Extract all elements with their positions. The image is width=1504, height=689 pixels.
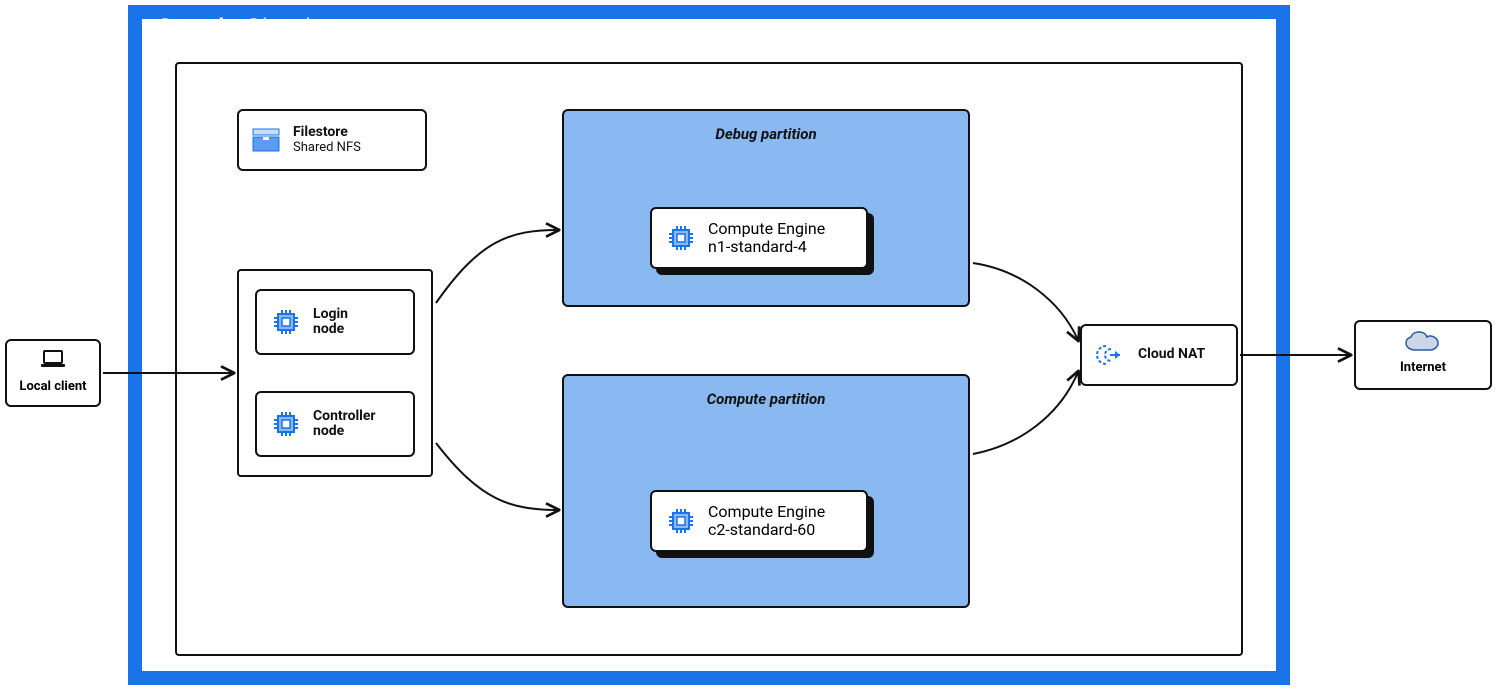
cloud-nat-card: Cloud NAT [1080, 324, 1238, 386]
controller-node-card: Controller node [255, 391, 415, 457]
controller-node-sub: node [313, 424, 376, 439]
debug-engine-title: Compute Engine [708, 220, 825, 238]
local-client-card: Local client [5, 339, 101, 407]
chip-icon [666, 223, 696, 253]
google-cloud-logo: Google Cloud [156, 14, 311, 44]
laptop-icon [7, 349, 99, 375]
chip-icon [666, 506, 696, 536]
login-node-sub: node [313, 322, 348, 337]
debug-engine-sub: n1-standard-4 [708, 237, 825, 256]
debug-compute-engine-card: Compute Engine n1-standard-4 [650, 207, 868, 269]
compute-engine-card: Compute Engine c2-standard-60 [650, 490, 868, 552]
nat-icon [1096, 340, 1126, 370]
cloud-nat-title: Cloud NAT [1138, 347, 1205, 362]
logo-bold: Google [156, 14, 239, 44]
filestore-card: Filestore Shared NFS [237, 109, 427, 171]
cloud-icon [1403, 341, 1443, 360]
login-node-card: Login node [255, 289, 415, 355]
login-node-title: Login [313, 307, 348, 322]
filestore-title: Filestore [293, 125, 361, 140]
chip-icon [271, 307, 301, 337]
diagram-canvas: Google Cloud Local client Filestore Shar… [0, 0, 1504, 689]
debug-partition-title: Debug partition [564, 125, 968, 143]
internet-card: Internet [1354, 320, 1492, 390]
compute-partition-title: Compute partition [564, 390, 968, 408]
compute-engine-sub: c2-standard-60 [708, 520, 825, 539]
compute-engine-title: Compute Engine [708, 503, 825, 521]
logo-light: Cloud [239, 14, 311, 44]
filestore-icon [251, 125, 281, 155]
local-client-label: Local client [7, 379, 99, 394]
chip-icon [271, 409, 301, 439]
filestore-sub: Shared NFS [293, 140, 361, 155]
internet-label: Internet [1356, 360, 1490, 375]
controller-node-title: Controller [313, 409, 376, 424]
